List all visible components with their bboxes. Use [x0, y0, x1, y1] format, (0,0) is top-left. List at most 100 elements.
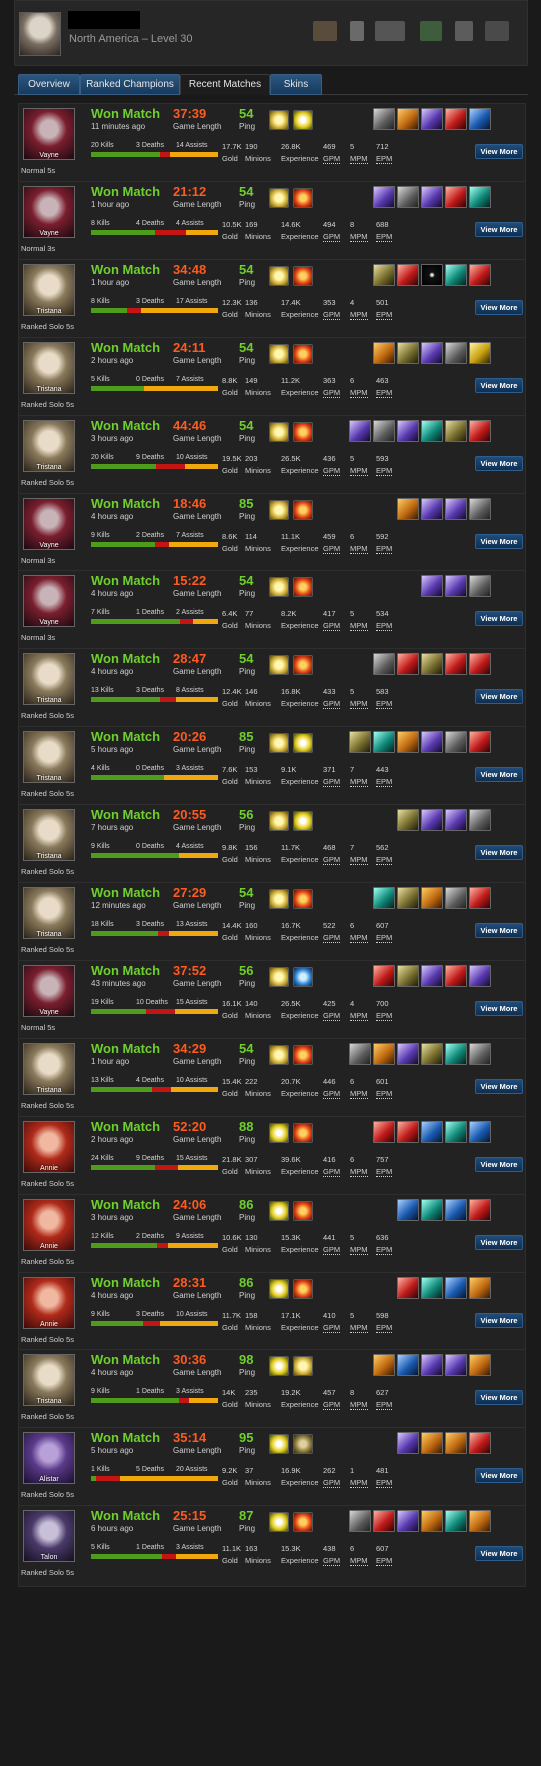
item-icon[interactable] — [421, 887, 443, 909]
item-icon[interactable] — [421, 809, 443, 831]
item-icon[interactable] — [421, 1121, 443, 1143]
item-icon[interactable] — [397, 186, 419, 208]
item-icon[interactable] — [445, 575, 467, 597]
item-icon[interactable] — [421, 1354, 443, 1376]
item-icon[interactable] — [373, 186, 395, 208]
item-icon[interactable] — [397, 1510, 419, 1532]
item-icon[interactable] — [469, 420, 491, 442]
item-icon[interactable] — [469, 653, 491, 675]
item-icon[interactable] — [397, 1043, 419, 1065]
item-icon[interactable] — [397, 965, 419, 987]
item-icon[interactable] — [445, 1354, 467, 1376]
item-icon[interactable] — [373, 342, 395, 364]
view-more-button[interactable]: View More — [475, 144, 523, 159]
item-icon[interactable] — [397, 1121, 419, 1143]
item-icon[interactable] — [421, 264, 443, 286]
item-icon[interactable] — [397, 809, 419, 831]
item-icon[interactable] — [469, 731, 491, 753]
item-icon[interactable] — [373, 887, 395, 909]
view-more-button[interactable]: View More — [475, 845, 523, 860]
item-icon[interactable] — [445, 1121, 467, 1143]
view-more-button[interactable]: View More — [475, 1079, 523, 1094]
item-icon[interactable] — [373, 1510, 395, 1532]
item-icon[interactable] — [397, 108, 419, 130]
view-more-button[interactable]: View More — [475, 1546, 523, 1561]
item-icon[interactable] — [445, 1510, 467, 1532]
view-more-button[interactable]: View More — [475, 1390, 523, 1405]
item-icon[interactable] — [397, 420, 419, 442]
item-icon[interactable] — [469, 1121, 491, 1143]
item-icon[interactable] — [373, 1121, 395, 1143]
item-icon[interactable] — [373, 1354, 395, 1376]
item-icon[interactable] — [421, 186, 443, 208]
item-icon[interactable] — [397, 342, 419, 364]
item-icon[interactable] — [373, 731, 395, 753]
item-icon[interactable] — [421, 965, 443, 987]
item-icon[interactable] — [373, 264, 395, 286]
item-icon[interactable] — [349, 731, 371, 753]
item-icon[interactable] — [397, 498, 419, 520]
item-icon[interactable] — [421, 108, 443, 130]
view-more-button[interactable]: View More — [475, 1468, 523, 1483]
item-icon[interactable] — [469, 965, 491, 987]
item-icon[interactable] — [421, 1277, 443, 1299]
item-icon[interactable] — [349, 420, 371, 442]
tab-skins[interactable]: Skins — [270, 74, 322, 95]
item-icon[interactable] — [421, 731, 443, 753]
item-icon[interactable] — [421, 1199, 443, 1221]
view-more-button[interactable]: View More — [475, 767, 523, 782]
view-more-button[interactable]: View More — [475, 222, 523, 237]
item-icon[interactable] — [469, 498, 491, 520]
tab-ranked-champions[interactable]: Ranked Champions — [80, 74, 180, 95]
item-icon[interactable] — [397, 1199, 419, 1221]
view-more-button[interactable]: View More — [475, 611, 523, 626]
item-icon[interactable] — [469, 1432, 491, 1454]
item-icon[interactable] — [469, 1354, 491, 1376]
item-icon[interactable] — [397, 264, 419, 286]
item-icon[interactable] — [469, 264, 491, 286]
item-icon[interactable] — [469, 887, 491, 909]
item-icon[interactable] — [421, 1432, 443, 1454]
item-icon[interactable] — [445, 264, 467, 286]
view-more-button[interactable]: View More — [475, 1001, 523, 1016]
item-icon[interactable] — [445, 965, 467, 987]
item-icon[interactable] — [421, 575, 443, 597]
tab-overview[interactable]: Overview — [18, 74, 80, 95]
item-icon[interactable] — [469, 1199, 491, 1221]
item-icon[interactable] — [421, 498, 443, 520]
tab-recent-matches[interactable]: Recent Matches — [180, 74, 270, 95]
item-icon[interactable] — [373, 108, 395, 130]
view-more-button[interactable]: View More — [475, 923, 523, 938]
view-more-button[interactable]: View More — [475, 378, 523, 393]
view-more-button[interactable]: View More — [475, 456, 523, 471]
item-icon[interactable] — [469, 809, 491, 831]
item-icon[interactable] — [397, 887, 419, 909]
item-icon[interactable] — [469, 186, 491, 208]
item-icon[interactable] — [421, 342, 443, 364]
item-icon[interactable] — [445, 186, 467, 208]
view-more-button[interactable]: View More — [475, 1235, 523, 1250]
item-icon[interactable] — [469, 1277, 491, 1299]
item-icon[interactable] — [445, 108, 467, 130]
view-more-button[interactable]: View More — [475, 534, 523, 549]
item-icon[interactable] — [469, 342, 491, 364]
item-icon[interactable] — [445, 731, 467, 753]
view-more-button[interactable]: View More — [475, 1313, 523, 1328]
item-icon[interactable] — [421, 653, 443, 675]
item-icon[interactable] — [397, 1432, 419, 1454]
item-icon[interactable] — [421, 1043, 443, 1065]
item-icon[interactable] — [469, 1043, 491, 1065]
item-icon[interactable] — [421, 420, 443, 442]
item-icon[interactable] — [469, 108, 491, 130]
item-icon[interactable] — [445, 1432, 467, 1454]
item-icon[interactable] — [421, 1510, 443, 1532]
item-icon[interactable] — [445, 1043, 467, 1065]
item-icon[interactable] — [469, 575, 491, 597]
item-icon[interactable] — [445, 498, 467, 520]
view-more-button[interactable]: View More — [475, 689, 523, 704]
item-icon[interactable] — [445, 653, 467, 675]
item-icon[interactable] — [397, 653, 419, 675]
item-icon[interactable] — [397, 1354, 419, 1376]
item-icon[interactable] — [445, 342, 467, 364]
item-icon[interactable] — [397, 1277, 419, 1299]
